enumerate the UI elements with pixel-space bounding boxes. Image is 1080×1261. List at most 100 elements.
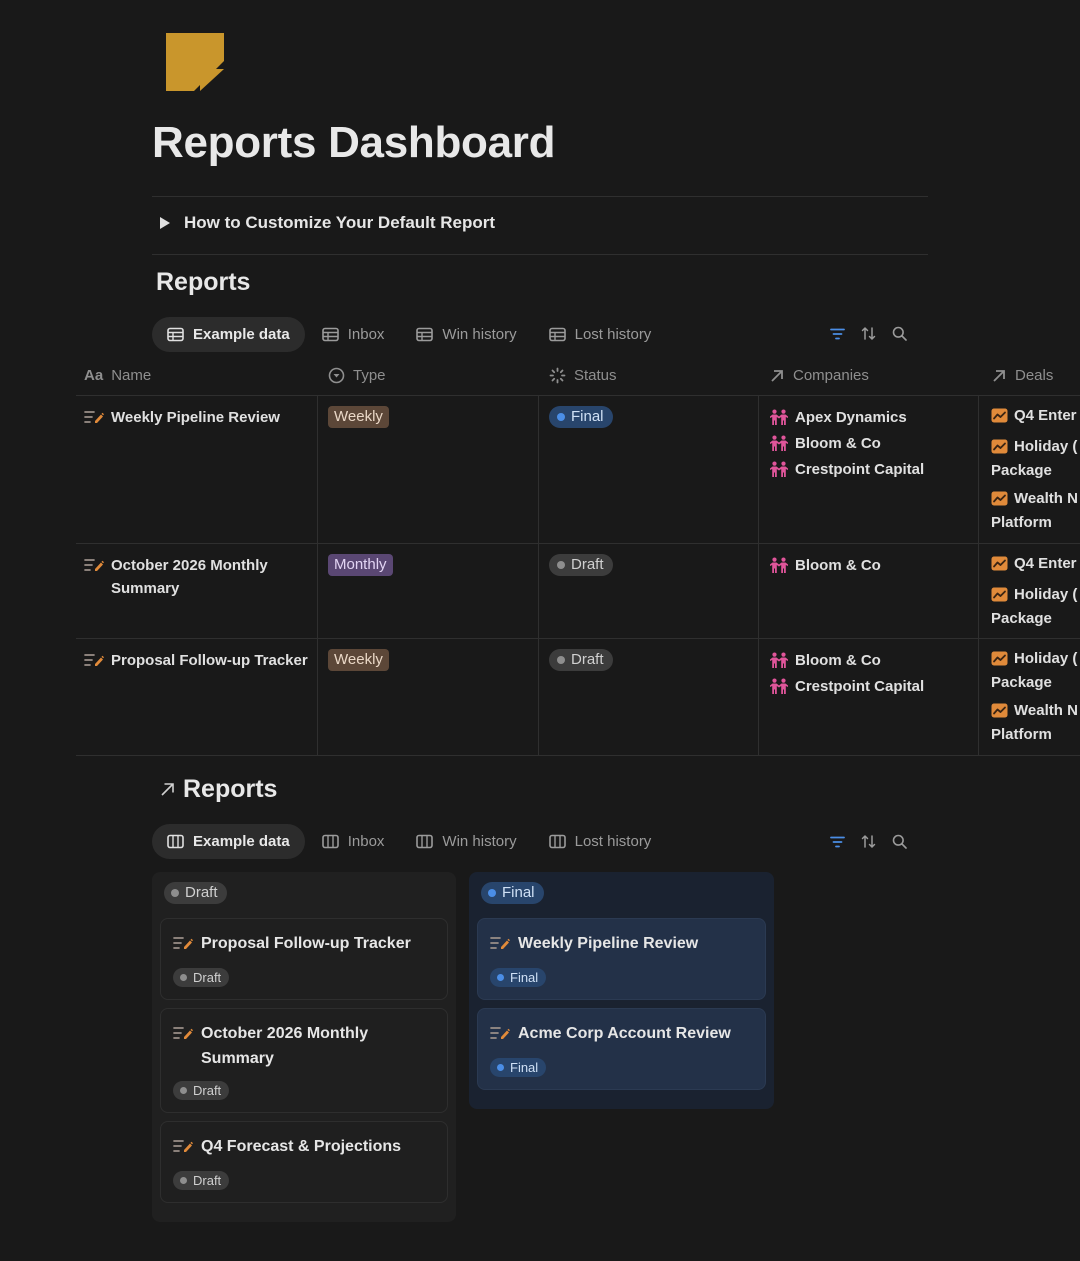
status-dot-icon: [497, 1064, 504, 1071]
column-header-status[interactable]: Status: [539, 356, 759, 395]
cell-name[interactable]: October 2026 Monthly Summary: [76, 544, 318, 638]
cell-name[interactable]: Weekly Pipeline Review: [76, 396, 318, 543]
filter-icon[interactable]: [830, 327, 845, 341]
board-card[interactable]: Weekly Pipeline Review Final: [477, 918, 766, 1000]
view-tab-label: Inbox: [347, 833, 385, 850]
deal-chart-icon: [991, 586, 1008, 609]
view-tab[interactable]: Lost history: [534, 824, 667, 859]
search-icon[interactable]: [892, 834, 907, 849]
view-tab-label: Example data: [193, 326, 290, 343]
view-tab[interactable]: Example data: [152, 317, 305, 352]
cell-status[interactable]: Draft: [539, 639, 759, 755]
group-status-badge: Draft: [164, 882, 227, 904]
table-row[interactable]: Proposal Follow-up Tracker Weekly Draft Blo…: [76, 639, 1080, 756]
card-title-label: Weekly Pipeline Review: [518, 935, 699, 952]
card-title-label: Acme Corp Account Review: [518, 1025, 731, 1042]
card-title: October 2026 Monthly Summary: [173, 1021, 435, 1071]
column-header-deals[interactable]: Deals: [979, 356, 1080, 395]
deal-link[interactable]: Wealth N: [991, 699, 1078, 725]
view-tools: [830, 326, 907, 341]
deal-link[interactable]: Package: [991, 459, 1072, 482]
cell-deals[interactable]: Holiday (Package Wealth N Platform: [979, 639, 1080, 755]
view-tab[interactable]: Inbox: [307, 317, 400, 352]
status-dot-icon: [180, 1177, 187, 1184]
card-title: Q4 Forecast & Projections: [173, 1134, 435, 1161]
status-label: Draft: [571, 651, 604, 668]
report-doc-icon: [490, 931, 510, 958]
column-header-type[interactable]: Type: [318, 356, 539, 395]
cell-type[interactable]: Monthly: [318, 544, 539, 638]
cell-deals[interactable]: Q4 Enter Holiday ( Package: [979, 544, 1080, 638]
group-header[interactable]: Draft: [164, 882, 448, 906]
section-title[interactable]: Reports: [156, 268, 250, 297]
sort-icon[interactable]: [861, 326, 876, 341]
board-card[interactable]: Proposal Follow-up Tracker Draft: [160, 918, 448, 1000]
cell-status[interactable]: Draft: [539, 544, 759, 638]
deal-link[interactable]: Package: [991, 671, 1072, 694]
company-people-icon: [769, 557, 789, 573]
search-icon[interactable]: [892, 326, 907, 341]
status-badge: Final: [490, 1058, 547, 1077]
deal-link[interactable]: Platform: [991, 723, 1072, 746]
customize-toggle[interactable]: How to Customize Your Default Report: [160, 213, 495, 233]
deal-link[interactable]: Wealth N: [991, 487, 1078, 513]
cell-companies[interactable]: Apex Dynamics Bloom & Co Crestpoint Capita…: [759, 396, 979, 543]
view-tab[interactable]: Win history: [401, 824, 531, 859]
deal-name: Wealth N: [1014, 702, 1078, 719]
status-label: Draft: [193, 1173, 222, 1188]
relation-arrow-icon: [993, 369, 1005, 382]
cell-deals[interactable]: Q4 Enter Holiday (Package Wealth N Platform: [979, 396, 1080, 543]
card-title-label: October 2026 Monthly Summary: [201, 1025, 369, 1067]
table-row[interactable]: Weekly Pipeline Review Weekly Final Apex Dy…: [76, 396, 1080, 544]
status-property-icon: [549, 367, 566, 384]
deal-link[interactable]: Holiday (: [991, 647, 1077, 673]
cell-type[interactable]: Weekly: [318, 396, 539, 543]
column-header-name[interactable]: Aa Name: [76, 356, 318, 395]
cell-type[interactable]: Weekly: [318, 639, 539, 755]
deal-link[interactable]: Holiday (: [991, 435, 1077, 461]
deal-name: Holiday (: [1014, 586, 1078, 603]
board-card[interactable]: Q4 Forecast & Projections Draft: [160, 1121, 448, 1203]
board-card[interactable]: October 2026 Monthly Summary Draft: [160, 1008, 448, 1113]
sort-icon[interactable]: [861, 834, 876, 849]
card-title-label: Proposal Follow-up Tracker: [201, 935, 411, 952]
view-tab-label: Win history: [442, 326, 517, 343]
view-tab[interactable]: Inbox: [307, 824, 400, 859]
table-row[interactable]: October 2026 Monthly Summary Monthly Draft…: [76, 544, 1080, 639]
deal-link[interactable]: Platform: [991, 511, 1072, 534]
status-badge: Draft: [549, 649, 613, 671]
group-header[interactable]: Final: [481, 882, 766, 906]
deal-chart-icon: [991, 438, 1008, 461]
deal-link[interactable]: Holiday (: [991, 583, 1077, 609]
company-link[interactable]: Crestpoint Capital: [769, 671, 970, 701]
view-tab[interactable]: Example data: [152, 824, 305, 859]
section-title[interactable]: Reports: [160, 775, 277, 804]
deal-name: Platform: [991, 514, 1052, 531]
cell-companies[interactable]: Bloom & Co: [759, 544, 979, 638]
company-link[interactable]: Bloom & Co: [769, 550, 970, 580]
deal-link[interactable]: Q4 Enter: [991, 404, 1077, 430]
deal-link[interactable]: Package: [991, 607, 1072, 630]
cell-status[interactable]: Final: [539, 396, 759, 543]
status-label: Final: [571, 408, 604, 425]
company-name: Bloom & Co: [795, 434, 881, 452]
board-card[interactable]: Acme Corp Account Review Final: [477, 1008, 766, 1090]
cell-name[interactable]: Proposal Follow-up Tracker: [76, 639, 318, 755]
company-name: Bloom & Co: [795, 556, 881, 574]
toggle-triangle-icon[interactable]: [160, 217, 170, 229]
type-tag: Weekly: [328, 649, 389, 671]
deal-link[interactable]: Q4 Enter: [991, 552, 1077, 578]
status-label: Draft: [571, 556, 604, 573]
view-tab[interactable]: Lost history: [534, 317, 667, 352]
type-tag: Weekly: [328, 406, 389, 428]
table-icon: [416, 327, 434, 342]
company-link[interactable]: Crestpoint Capital: [769, 454, 970, 484]
status-badge: Draft: [549, 554, 613, 576]
view-tab[interactable]: Win history: [401, 317, 531, 352]
status-badge: Final: [549, 406, 613, 428]
filter-icon[interactable]: [830, 835, 845, 849]
divider: [152, 254, 928, 255]
cell-companies[interactable]: Bloom & Co Crestpoint Capital: [759, 639, 979, 755]
status-dot-icon: [488, 889, 496, 897]
column-header-companies[interactable]: Companies: [759, 356, 979, 395]
